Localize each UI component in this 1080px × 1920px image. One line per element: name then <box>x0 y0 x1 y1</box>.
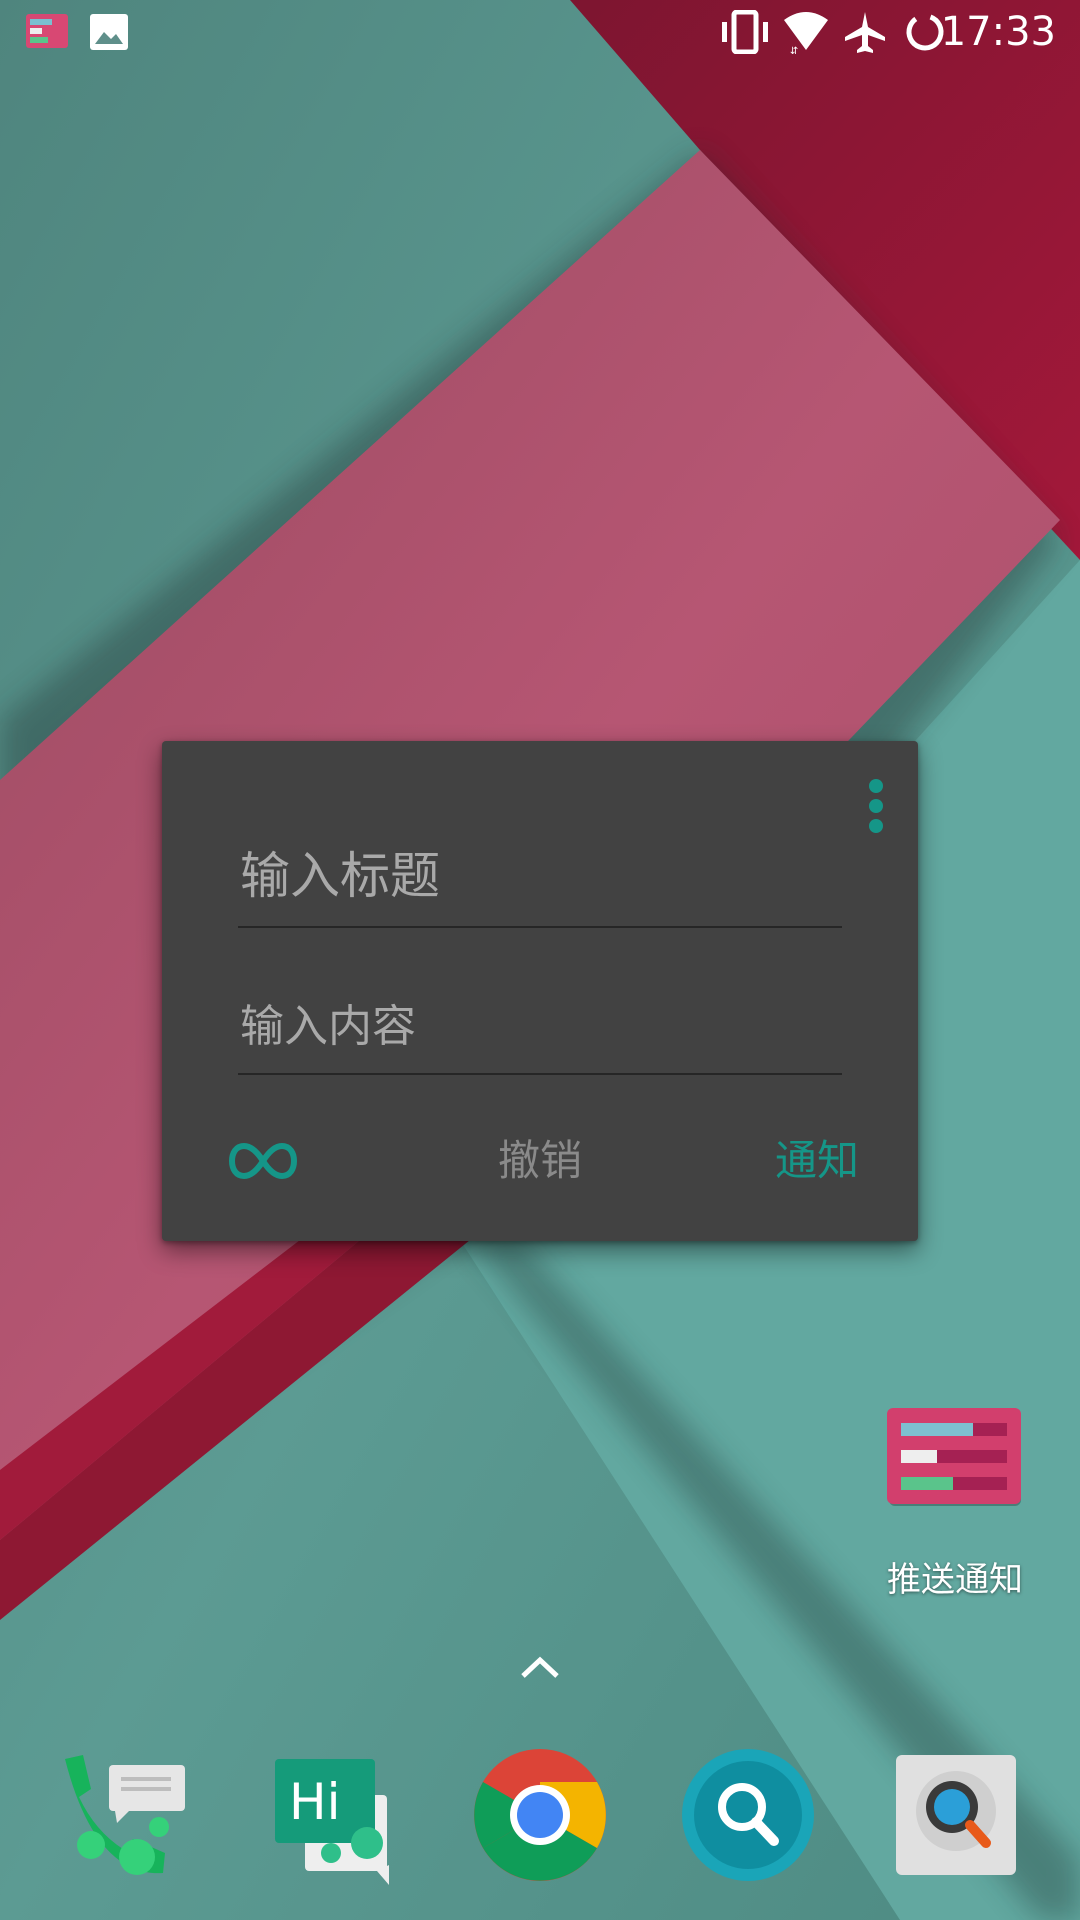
notify-button[interactable]: 通知 <box>752 1131 882 1191</box>
chrome-app-icon[interactable] <box>470 1745 610 1885</box>
svg-text:Hi: Hi <box>289 1773 341 1831</box>
more-vert-icon[interactable] <box>864 779 888 845</box>
image-icon <box>90 14 128 54</box>
undo-button[interactable]: 撤销 <box>470 1131 610 1191</box>
status-time: 17:33 <box>940 9 1056 55</box>
phone-messages-app-icon[interactable] <box>55 1745 195 1885</box>
status-bar: ⇵ 17:33 <box>0 0 1080 64</box>
notification-widget: 输入标题 输入内容 撤销 通知 <box>162 741 918 1241</box>
home-screen: ⇵ 17:33 输入标题 输入内容 撤销 通知 推送通知 Hi <box>0 0 1080 1920</box>
push-notification-app[interactable]: 推送通知 <box>862 1400 1048 1610</box>
content-input[interactable]: 输入内容 <box>238 1001 842 1075</box>
infinity-icon[interactable] <box>228 1136 298 1186</box>
magnifier-app-icon[interactable] <box>886 1745 1026 1885</box>
push-app-label: 推送通知 <box>887 1560 1023 1600</box>
push-notification-app-icon <box>887 1408 1021 1506</box>
airplane-mode-icon <box>843 10 887 58</box>
chevron-up-icon[interactable] <box>515 1648 565 1684</box>
vibrate-icon <box>720 9 770 58</box>
hangouts-app-icon[interactable]: Hi <box>265 1745 405 1885</box>
notification-app-icon <box>26 14 68 52</box>
svg-text:⇵: ⇵ <box>790 46 798 54</box>
search-app-icon[interactable] <box>678 1745 818 1885</box>
wifi-icon: ⇵ <box>782 10 830 58</box>
title-input[interactable]: 输入标题 <box>238 846 842 928</box>
